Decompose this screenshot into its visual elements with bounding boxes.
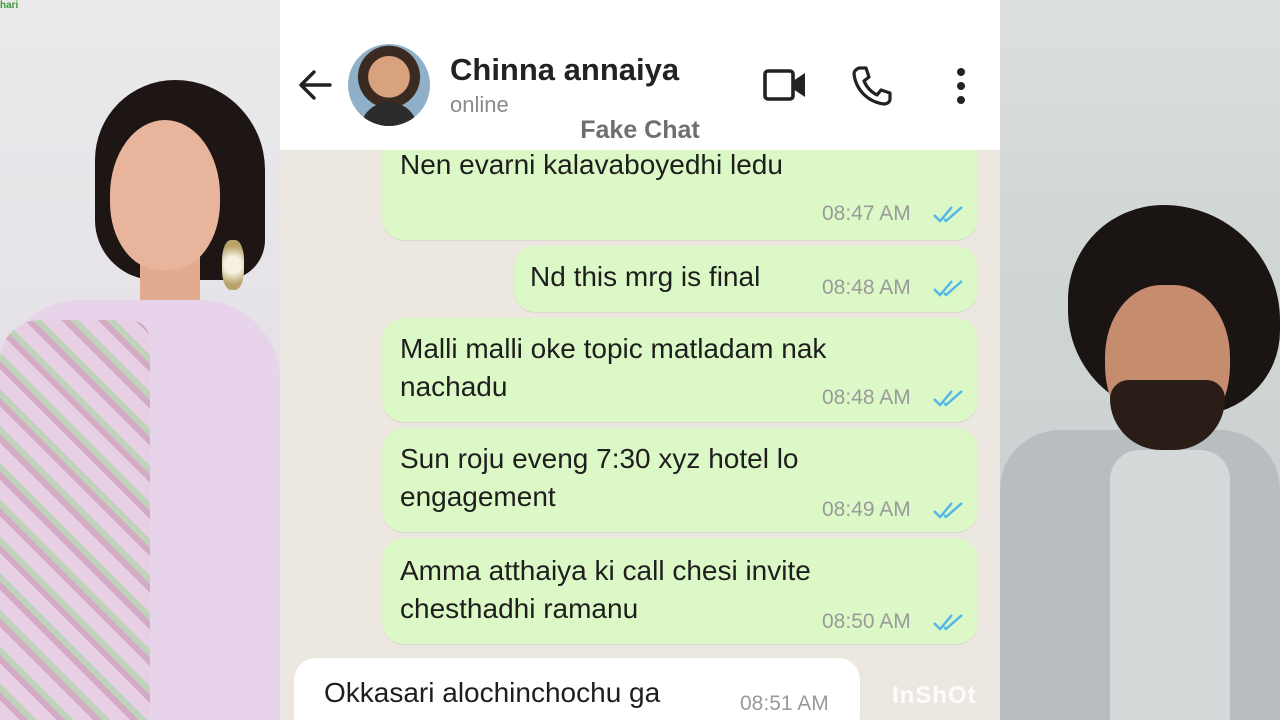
contact-status: online: [450, 92, 509, 117]
message-text: Nen evarni kalavaboyedhi ledu: [400, 149, 783, 180]
message-text: Nd this mrg is final: [530, 261, 761, 292]
message-text: Okkasari alochinchochu ga: [324, 677, 661, 708]
message-text: Malli malli oke topic matladam nak: [400, 333, 827, 364]
message-time: 08:47 AM: [822, 202, 911, 225]
read-ticks-icon: [933, 280, 963, 297]
message-time: 08:48 AM: [822, 386, 911, 409]
contact-avatar[interactable]: [348, 44, 430, 126]
read-ticks-icon: [933, 390, 963, 407]
read-ticks-icon: [933, 614, 963, 631]
contact-name[interactable]: Chinna annaiya: [450, 52, 679, 88]
inshot-watermark: InShOt: [892, 682, 977, 709]
left-photo-panel: hari: [0, 0, 280, 720]
phone-icon[interactable]: [850, 64, 894, 108]
channel-logo: hari: [0, 0, 19, 11]
message-bubble-2[interactable]: Nd this mrg is final 08:48 AM: [514, 246, 978, 312]
message-bubble-6[interactable]: Okkasari alochinchochu ga 08:51 AM: [294, 658, 860, 720]
message-text-line2: chesthadhi ramanu: [400, 593, 639, 624]
message-bubble-4[interactable]: Sun roju eveng 7:30 xyz hotel lo engagem…: [382, 428, 978, 532]
back-arrow-icon[interactable]: [296, 66, 334, 104]
more-vertical-icon[interactable]: [948, 64, 974, 108]
man-tshirt: [1110, 450, 1230, 720]
woman-dupatta: [0, 320, 150, 720]
woman-face: [110, 120, 220, 270]
message-bubble-5[interactable]: Amma atthaiya ki call chesi invite chest…: [382, 538, 978, 644]
read-ticks-icon: [933, 502, 963, 519]
right-photo-panel: [1000, 0, 1280, 720]
message-text-line2: nachadu: [400, 371, 508, 402]
message-time: 08:48 AM: [822, 276, 911, 299]
chat-screen: Nen evarni kalavaboyedhi ledu 08:47 AM N…: [280, 0, 1000, 720]
message-time: 08:49 AM: [822, 498, 911, 521]
message-time: 08:50 AM: [822, 610, 911, 633]
fake-chat-watermark: Fake Chat: [580, 116, 700, 144]
video-call-icon[interactable]: [762, 66, 808, 104]
earring: [222, 240, 244, 290]
message-bubble-3[interactable]: Malli malli oke topic matladam nak nacha…: [382, 318, 978, 422]
message-text: Amma atthaiya ki call chesi invite: [400, 555, 811, 586]
message-text: Sun roju eveng 7:30 xyz hotel lo: [400, 443, 799, 474]
message-text-line2: engagement: [400, 481, 556, 512]
read-ticks-icon: [933, 206, 963, 223]
chat-header: Chinna annaiya online Fake Chat: [280, 0, 1000, 150]
message-time: 08:51 AM: [740, 692, 829, 715]
